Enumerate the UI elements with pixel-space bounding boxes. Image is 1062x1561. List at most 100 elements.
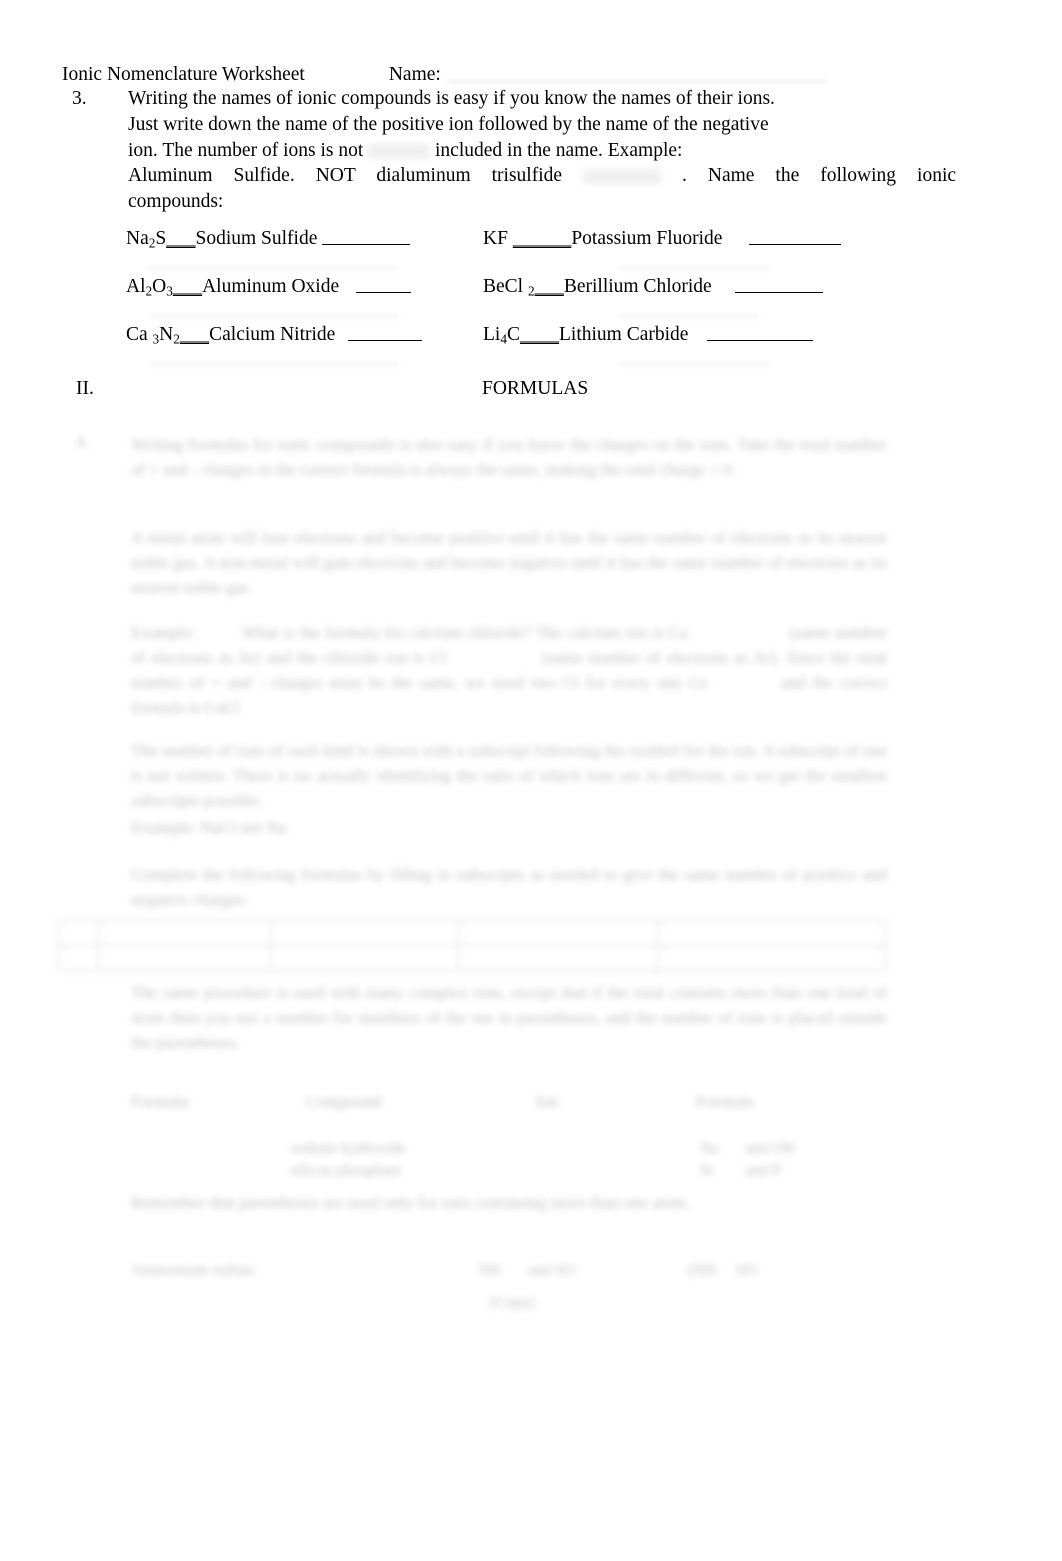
table-cell[interactable]	[57, 920, 101, 946]
table-cell[interactable]	[269, 920, 460, 946]
table-row	[57, 945, 887, 971]
obscured-paragraph-4b: Example: NaCl not Na	[131, 818, 287, 837]
answer-separator: ___	[172, 276, 203, 297]
name-label: Name:	[388, 64, 441, 85]
page-header: Ionic Nomenclature Worksheet Name:	[62, 62, 1002, 88]
obscured-cell-ion-2: and OH	[745, 1140, 796, 1157]
obscured-last-row-ion-b: and SO	[528, 1262, 576, 1279]
obscured-paragraph-5: Complete the following formulas by filli…	[131, 865, 887, 909]
redacted-block-1	[368, 143, 431, 159]
section-2-heading: II. FORMULAS	[76, 378, 1006, 400]
name-field-rule[interactable]	[446, 68, 827, 82]
question-3-line-4c: .	[682, 165, 687, 187]
compound-name-berillium-chloride: Berillium Chloride	[563, 276, 712, 297]
obscured-last-row-formula-b: SO	[736, 1262, 757, 1279]
obscured-section: 4. Writing formulas for ionic compounds …	[0, 420, 1062, 1330]
question-3-line-1: Writing the names of ionic compounds is …	[128, 88, 775, 109]
compound-row: Na2S___Sodium Sulfide KF ______Potassium…	[126, 228, 1006, 276]
column-header-formula-2: Formula	[696, 1092, 754, 1111]
question-3-line-2: Just write down the name of the positive…	[128, 113, 769, 135]
question-3-body: Writing the names of ionic compounds is …	[128, 86, 1002, 215]
obscured-cell-compound-1: sodium hydroxide	[290, 1140, 406, 1157]
answer-blank[interactable]	[734, 278, 823, 293]
obscured-cell-compound-2: silicon phosphate	[290, 1162, 402, 1179]
compound-name-potassium-fluoride: Potassium Fluoride	[571, 228, 723, 249]
obscured-paragraph-3: Example: What is the formula for calcium…	[131, 620, 887, 720]
question-3-number: 3.	[72, 88, 87, 109]
formula-kf: KF	[483, 228, 508, 249]
question-3-line-4: Aluminum Sulfide. NOT dialuminum trisulf…	[128, 163, 956, 189]
compound-row: Ca 3N2___Calcium Nitride Li4C____Lithium…	[126, 324, 1006, 372]
obscured-example-label: Example:	[131, 623, 197, 642]
worksheet-page: Ionic Nomenclature Worksheet Name: 3. Wri…	[0, 0, 1062, 1561]
compound-entry-al2o3: Al2O3___Aluminum Oxide	[126, 276, 412, 299]
question-3-line-3a: ion. The number of ions is not	[128, 139, 364, 161]
column-header-formula: Formula	[131, 1092, 189, 1111]
formula-li4c: Li4C	[483, 324, 520, 347]
obscured-cell-ion-1: Na	[700, 1140, 719, 1157]
answer-blank[interactable]	[356, 278, 412, 293]
obscured-last-row-ion-a: NH	[478, 1262, 502, 1279]
obscured-last-row-name: Ammonium sulfate	[131, 1262, 255, 1279]
obscured-last-row-formula-a: (NH	[688, 1262, 717, 1279]
obscured-cell-formula-1	[890, 1138, 1000, 1160]
column-header-compound: Compound	[306, 1092, 382, 1111]
obscured-column-headers: Formula Compound Ion Formula	[131, 1092, 931, 1112]
question-3-line-4b: NOT dialuminum trisulfide	[315, 165, 563, 187]
compound-name-calcium-nitride: Calcium Nitride	[209, 324, 336, 345]
table-cell[interactable]	[269, 945, 460, 971]
question-3-line-3: ion. The number of ions is not included …	[128, 138, 1002, 164]
compound-entry-na2s: Na2S___Sodium Sulfide	[126, 228, 411, 251]
table-row	[57, 920, 887, 946]
question-3-line-5: compounds:	[128, 191, 224, 213]
compound-name-sodium-sulfide: Sodium Sulfide	[195, 228, 318, 249]
obscured-paragraph-1: Writing formulas for ionic compounds is …	[131, 435, 887, 479]
question-3-line-3b: included in the name. Example:	[435, 139, 683, 161]
compound-entry-kf: KF ______Potassium Fluoride	[483, 228, 842, 250]
answer-blank[interactable]	[707, 326, 814, 341]
table-cell[interactable]	[458, 920, 659, 946]
formula-na2s: Na2S	[126, 228, 167, 251]
compound-name-lithium-carbide: Lithium Carbide	[558, 324, 689, 345]
answer-blank[interactable]	[322, 230, 411, 245]
question-4-number: 4.	[76, 432, 89, 451]
question-3-line-4a: Aluminum Sulfide.	[128, 165, 295, 187]
section-2-title: FORMULAS	[482, 378, 589, 399]
obscured-formula-table	[57, 920, 887, 971]
answer-blank[interactable]	[348, 326, 423, 341]
question-3: 3. Writing the names of ionic compounds …	[72, 86, 1002, 215]
obscured-example-text-a: What is the formula for calcium chloride…	[241, 623, 688, 642]
compound-entry-ca3n2: Ca 3N2___Calcium Nitride	[126, 324, 423, 347]
obscured-paragraph-6: The same procedure is used with many com…	[131, 983, 887, 1052]
table-cell[interactable]	[99, 945, 271, 971]
answer-separator: ___	[534, 276, 564, 297]
redacted-block-2	[583, 169, 662, 185]
obscured-cell-ion-4: and P	[745, 1162, 781, 1179]
worksheet-title: Ionic Nomenclature Worksheet	[62, 64, 305, 85]
answer-separator: ____	[519, 324, 559, 345]
column-header-ion: Ion	[536, 1092, 559, 1111]
table-cell[interactable]	[99, 920, 271, 946]
compound-entry-becl2: BeCl 2___Berillium Chloride	[483, 276, 823, 298]
section-2-numeral: II.	[76, 378, 94, 399]
answer-separator: ______	[512, 228, 572, 249]
formula-al2o3: Al2O3	[126, 276, 173, 299]
question-3-line-4d: Name the following ionic	[707, 165, 957, 187]
compound-name-aluminum-oxide: Aluminum Oxide	[202, 276, 340, 297]
compound-list: Na2S___Sodium Sulfide KF ______Potassium…	[126, 228, 1006, 372]
compound-row: Al2O3___Aluminum Oxide BeCl 2___Berilliu…	[126, 276, 1006, 324]
obscured-paragraph-2: A metal atom will lose electrons and bec…	[131, 528, 887, 597]
table-cell[interactable]	[657, 920, 887, 946]
obscured-paragraph-4: The number of ions of each kind is shown…	[131, 741, 887, 810]
compound-entry-li4c: Li4C____Lithium Carbide	[483, 324, 814, 347]
answer-blank[interactable]	[749, 230, 842, 245]
obscured-cell-ion-3: Si	[700, 1162, 714, 1179]
formula-becl2: BeCl 2	[483, 276, 535, 299]
formula-ca3n2: Ca 3N2	[126, 324, 180, 347]
table-cell[interactable]	[57, 945, 101, 971]
answer-separator: ___	[179, 324, 210, 345]
obscured-paragraph-7: Remember that parentheses are used only …	[131, 1193, 691, 1212]
table-cell[interactable]	[657, 945, 887, 971]
table-cell[interactable]	[458, 945, 659, 971]
answer-separator: ___	[166, 228, 196, 249]
